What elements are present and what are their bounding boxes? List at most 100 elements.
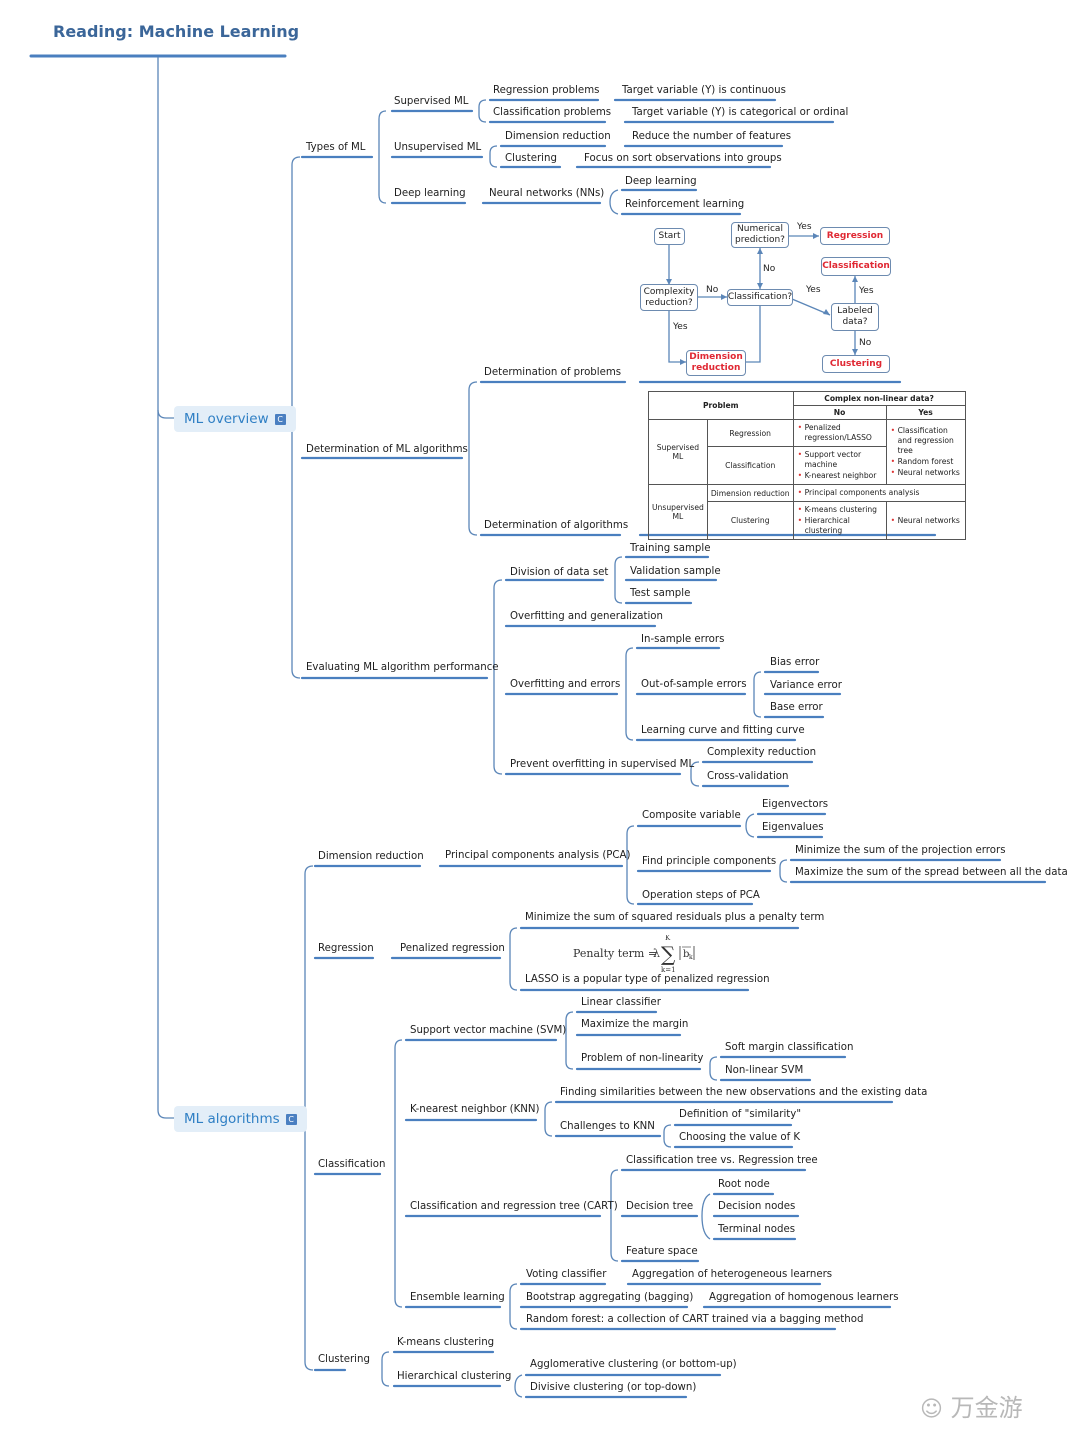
node-eigenvectors[interactable]: Eigenvectors bbox=[762, 799, 828, 811]
node-test-sample[interactable]: Test sample bbox=[630, 588, 690, 600]
node-in-sample-errors[interactable]: In-sample errors bbox=[641, 634, 724, 646]
table-item: K-means clustering bbox=[798, 505, 883, 515]
node-random-forest[interactable]: Random forest: a collection of CART trai… bbox=[526, 1314, 863, 1326]
table-cell-unsupervised: Unsupervised ML bbox=[648, 484, 708, 540]
node-maximize-margin[interactable]: Maximize the margin bbox=[581, 1019, 688, 1031]
flow-label-yes: Yes bbox=[797, 222, 812, 232]
node-finding-similarities[interactable]: Finding similarities between the new obs… bbox=[560, 1087, 927, 1099]
node-non-linearity[interactable]: Problem of non-linearity bbox=[581, 1053, 703, 1065]
node-evaluating-performance[interactable]: Evaluating ML algorithm performance bbox=[306, 662, 499, 674]
node-training-sample[interactable]: Training sample bbox=[630, 543, 710, 555]
node-linear-classifier[interactable]: Linear classifier bbox=[581, 997, 661, 1009]
node-deep-learning-leaf[interactable]: Deep learning bbox=[625, 176, 697, 188]
svg-text:k=1: k=1 bbox=[661, 966, 676, 974]
node-types-of-ml[interactable]: Types of ML bbox=[306, 142, 365, 154]
node-penalized-regression[interactable]: Penalized regression bbox=[400, 943, 505, 955]
node-voting-classifier[interactable]: Voting classifier bbox=[526, 1269, 606, 1281]
node-unsupervised-ml[interactable]: Unsupervised ML bbox=[394, 142, 481, 154]
node-supervised-ml[interactable]: Supervised ML bbox=[394, 96, 468, 108]
node-classification-problems[interactable]: Classification problems bbox=[493, 107, 611, 119]
node-minimize-projection-errors[interactable]: Minimize the sum of the projection error… bbox=[795, 845, 1006, 857]
table-cell-supervised: Supervised ML bbox=[648, 419, 708, 485]
node-deep-learning[interactable]: Deep learning bbox=[394, 188, 466, 200]
node-operation-steps-pca[interactable]: Operation steps of PCA bbox=[642, 890, 760, 902]
node-neural-networks[interactable]: Neural networks (NNs) bbox=[489, 188, 604, 200]
flow-start: Start bbox=[654, 228, 685, 245]
node-feature-space[interactable]: Feature space bbox=[626, 1246, 698, 1258]
node-alg-regression[interactable]: Regression bbox=[318, 943, 374, 955]
node-choosing-k[interactable]: Choosing the value of K bbox=[679, 1132, 800, 1144]
node-heterogeneous-learners[interactable]: Aggregation of heterogeneous learners bbox=[632, 1269, 832, 1281]
svg-text:k: k bbox=[689, 954, 693, 961]
node-regression-desc[interactable]: Target variable (Y) is continuous bbox=[622, 85, 786, 97]
node-composite-variable[interactable]: Composite variable bbox=[642, 810, 741, 822]
node-bias-error[interactable]: Bias error bbox=[770, 657, 819, 669]
node-base-error[interactable]: Base error bbox=[770, 702, 823, 714]
collapse-icon[interactable]: C bbox=[285, 1114, 297, 1125]
table-item: Hierarchical clustering bbox=[798, 516, 883, 536]
node-challenges-knn[interactable]: Challenges to KNN bbox=[560, 1121, 655, 1133]
flow-label-yes: Yes bbox=[859, 286, 874, 296]
node-classification-desc[interactable]: Target variable (Y) is categorical or or… bbox=[632, 107, 848, 119]
algorithm-selection-table: Problem Complex non-linear data? No Yes … bbox=[648, 391, 966, 540]
node-agglomerative[interactable]: Agglomerative clustering (or bottom-up) bbox=[530, 1359, 737, 1371]
flow-classification: Classification bbox=[821, 257, 891, 276]
node-prevent-overfitting[interactable]: Prevent overfitting in supervised ML bbox=[510, 759, 694, 771]
collapse-icon[interactable]: C bbox=[274, 414, 286, 425]
node-alg-dimension-reduction[interactable]: Dimension reduction bbox=[318, 851, 424, 863]
node-pca[interactable]: Principal components analysis (PCA) bbox=[445, 850, 631, 862]
node-definition-similarity[interactable]: Definition of "similarity" bbox=[679, 1109, 801, 1121]
node-variance-error[interactable]: Variance error bbox=[770, 680, 842, 692]
node-knn[interactable]: K-nearest neighbor (KNN) bbox=[410, 1104, 540, 1116]
node-non-linear-svm[interactable]: Non-linear SVM bbox=[725, 1065, 803, 1077]
node-clustering-desc[interactable]: Focus on sort observations into groups bbox=[584, 153, 782, 165]
node-learning-curve[interactable]: Learning curve and fitting curve bbox=[641, 725, 805, 737]
node-maximize-spread[interactable]: Maximize the sum of the spread between a… bbox=[795, 867, 1068, 879]
node-decision-tree[interactable]: Decision tree bbox=[626, 1201, 693, 1213]
node-kmeans[interactable]: K-means clustering bbox=[397, 1337, 494, 1349]
node-complexity-reduction[interactable]: Complexity reduction bbox=[707, 747, 816, 759]
branch-ml-overview[interactable]: ML overview C bbox=[174, 406, 296, 432]
node-find-principle-components[interactable]: Find principle components bbox=[642, 856, 776, 868]
node-eigenvalues[interactable]: Eigenvalues bbox=[762, 822, 824, 834]
node-alg-classification[interactable]: Classification bbox=[318, 1159, 385, 1171]
node-regression-problems[interactable]: Regression problems bbox=[493, 85, 599, 97]
node-overfitting-errors[interactable]: Overfitting and errors bbox=[510, 679, 620, 691]
node-svm[interactable]: Support vector machine (SVM) bbox=[410, 1025, 566, 1037]
node-overfitting-generalization[interactable]: Overfitting and generalization bbox=[510, 611, 663, 623]
node-determination-of-problems[interactable]: Determination of problems bbox=[484, 367, 621, 379]
node-out-of-sample-errors[interactable]: Out-of-sample errors bbox=[641, 679, 747, 691]
node-classification-vs-regression-tree[interactable]: Classification tree vs. Regression tree bbox=[626, 1155, 818, 1167]
node-minimize-squared-residuals[interactable]: Minimize the sum of squared residuals pl… bbox=[525, 912, 824, 924]
flow-label-no: No bbox=[859, 338, 872, 348]
node-terminal-nodes[interactable]: Terminal nodes bbox=[718, 1224, 795, 1236]
node-determination-of-algorithms[interactable]: Determination of algorithms bbox=[484, 520, 628, 532]
node-soft-margin[interactable]: Soft margin classification bbox=[725, 1042, 853, 1054]
branch-label: ML overview bbox=[184, 411, 269, 427]
node-clustering[interactable]: Clustering bbox=[505, 153, 557, 165]
node-divisive[interactable]: Divisive clustering (or top-down) bbox=[530, 1382, 696, 1394]
svg-text:λ: λ bbox=[653, 947, 660, 960]
node-validation-sample[interactable]: Validation sample bbox=[630, 566, 721, 578]
node-decision-nodes[interactable]: Decision nodes bbox=[718, 1201, 795, 1213]
node-cross-validation[interactable]: Cross-validation bbox=[707, 771, 789, 783]
flow-clustering: Clustering bbox=[822, 355, 890, 373]
node-root-node[interactable]: Root node bbox=[718, 1179, 770, 1191]
table-header-complex: Complex non-linear data? bbox=[792, 391, 966, 406]
node-lasso[interactable]: LASSO is a popular type of penalized reg… bbox=[525, 974, 770, 986]
node-bagging[interactable]: Bootstrap aggregating (bagging) bbox=[526, 1292, 693, 1304]
node-determination-of-ml-algorithms[interactable]: Determination of ML algorithms bbox=[306, 444, 468, 456]
branch-ml-algorithms[interactable]: ML algorithms C bbox=[174, 1106, 307, 1132]
node-reinforcement-learning[interactable]: Reinforcement learning bbox=[625, 199, 744, 211]
node-hierarchical[interactable]: Hierarchical clustering bbox=[397, 1371, 511, 1383]
node-homogenous-learners[interactable]: Aggregation of homogenous learners bbox=[709, 1292, 899, 1304]
node-dimension-desc[interactable]: Reduce the number of features bbox=[632, 131, 791, 143]
node-ensemble-learning[interactable]: Ensemble learning bbox=[410, 1292, 505, 1304]
flow-labeled-data: Labeled data? bbox=[831, 303, 879, 331]
node-cart[interactable]: Classification and regression tree (CART… bbox=[410, 1201, 618, 1213]
node-alg-clustering[interactable]: Clustering bbox=[318, 1354, 370, 1366]
table-cell-reg-no: Penalized regression/LASSO bbox=[792, 419, 887, 447]
node-dimension-reduction[interactable]: Dimension reduction bbox=[505, 131, 611, 143]
node-division-of-data-set[interactable]: Division of data set bbox=[510, 567, 608, 579]
table-cell-sup-yes: Classification and regression tree Rando… bbox=[885, 419, 966, 485]
